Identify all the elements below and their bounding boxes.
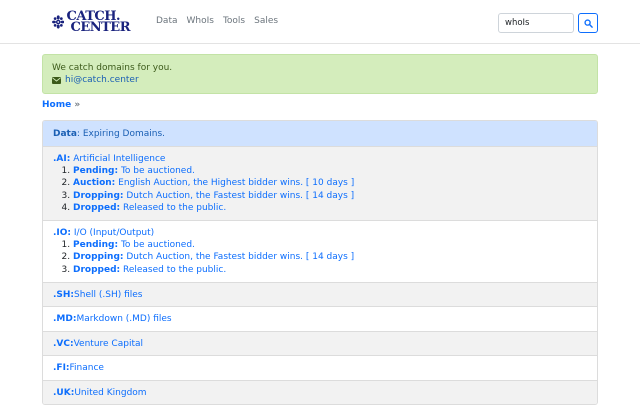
alert-message: We catch domains for you. (52, 63, 173, 73)
step-text: Dutch Auction, the Fastest bidder wins. … (123, 252, 355, 263)
list-header: Data : Expiring Domains. (43, 121, 597, 146)
step-text: To be auctioned. (118, 166, 195, 177)
tld-description[interactable]: Venture Capital (74, 339, 143, 349)
brand-logo[interactable]: CATCH. CENTER (52, 8, 130, 36)
brand-line-2: CENTER (70, 20, 130, 35)
breadcrumb: Home » (42, 100, 80, 110)
list-item: Dropped: Released to the public. (73, 202, 587, 214)
tld-item-sh[interactable]: .SH: Shell (.SH) files (43, 281, 597, 307)
step-label: Pending: (73, 240, 119, 251)
tld-item-io[interactable]: .IO: I/O (Input/Output) Pending: To be a… (43, 220, 597, 282)
step-label: Auction: (73, 178, 116, 189)
tld-code[interactable]: .UK: (53, 388, 74, 398)
tld-item-fi[interactable]: .FI: Finance (43, 355, 597, 380)
list-item: Dropped: Released to the public. (73, 264, 587, 276)
tld-code[interactable]: .VC: (53, 339, 74, 349)
step-text: To be auctioned. (118, 240, 195, 251)
brand-wordmark: CATCH. CENTER (66, 10, 130, 35)
auction-steps: Pending: To be auctioned. Auction: Engli… (73, 165, 587, 214)
tld-description[interactable]: Artificial Intelligence (70, 154, 165, 164)
tld-code[interactable]: .AI: (53, 154, 70, 164)
nav-link-sales[interactable]: Sales (254, 16, 278, 26)
tld-code[interactable]: .MD: (53, 314, 76, 324)
search-button[interactable] (578, 13, 598, 33)
tld-code[interactable]: .FI: (53, 363, 70, 373)
step-text: Dutch Auction, the Fastest bidder wins. … (123, 190, 355, 201)
envelope-icon (52, 76, 61, 84)
step-label: Pending: (73, 166, 119, 177)
top-navbar: CATCH. CENTER Data WhoIs Tools Sales (0, 0, 640, 44)
domain-list: Data : Expiring Domains. .AI: Artificial… (42, 120, 598, 405)
tld-description[interactable]: United Kingdom (74, 388, 146, 398)
tld-item-vc[interactable]: .VC: Venture Capital (43, 330, 597, 356)
step-label: Dropping: (73, 252, 124, 263)
tld-description[interactable]: Finance (70, 363, 104, 373)
list-item: Auction: English Auction, the Highest bi… (73, 177, 587, 189)
tld-item-ai[interactable]: .AI: Artificial Intelligence Pending: To… (43, 146, 597, 221)
list-item: Pending: To be auctioned. (73, 239, 587, 251)
breadcrumb-separator: » (74, 100, 81, 110)
step-label: Dropped: (73, 264, 121, 275)
step-text: Released to the public. (120, 202, 227, 213)
tld-item-md[interactable]: .MD: Markdown (.MD) files (43, 306, 597, 331)
tld-description[interactable]: Markdown (.MD) files (76, 314, 171, 324)
email-link[interactable]: hi@catch.center (65, 74, 139, 86)
tld-code[interactable]: .SH: (53, 290, 74, 300)
list-item: Dropping: Dutch Auction, the Fastest bid… (73, 251, 587, 263)
auction-steps: Pending: To be auctioned. Dropping: Dutc… (73, 239, 587, 276)
search-input[interactable] (498, 13, 574, 33)
step-label: Dropped: (73, 202, 121, 213)
header-text: : Expiring Domains. (76, 128, 165, 139)
logo-emblem-icon (52, 15, 65, 29)
search-icon (583, 18, 593, 28)
tld-description[interactable]: I/O (Input/Output) (71, 228, 154, 238)
step-text: English Auction, the Highest bidder wins… (115, 178, 355, 189)
tld-item-uk[interactable]: .UK: United Kingdom (43, 379, 597, 405)
nav-link-data[interactable]: Data (156, 16, 178, 26)
tld-description[interactable]: Shell (.SH) files (74, 290, 142, 300)
list-item: Dropping: Dutch Auction, the Fastest bid… (73, 190, 587, 202)
tld-code[interactable]: .IO: (53, 228, 71, 238)
nav-link-tools[interactable]: Tools (223, 16, 245, 26)
info-alert: We catch domains for you. hi@catch.cente… (42, 54, 598, 94)
alert-email-row: hi@catch.center (52, 74, 588, 86)
step-text: Released to the public. (120, 264, 227, 275)
nav-link-whois[interactable]: WhoIs (187, 16, 214, 26)
step-label: Dropping: (73, 190, 124, 201)
main-nav: Data WhoIs Tools Sales (156, 16, 278, 26)
breadcrumb-home[interactable]: Home (42, 100, 71, 110)
list-item: Pending: To be auctioned. (73, 165, 587, 177)
header-label[interactable]: Data (53, 129, 77, 139)
